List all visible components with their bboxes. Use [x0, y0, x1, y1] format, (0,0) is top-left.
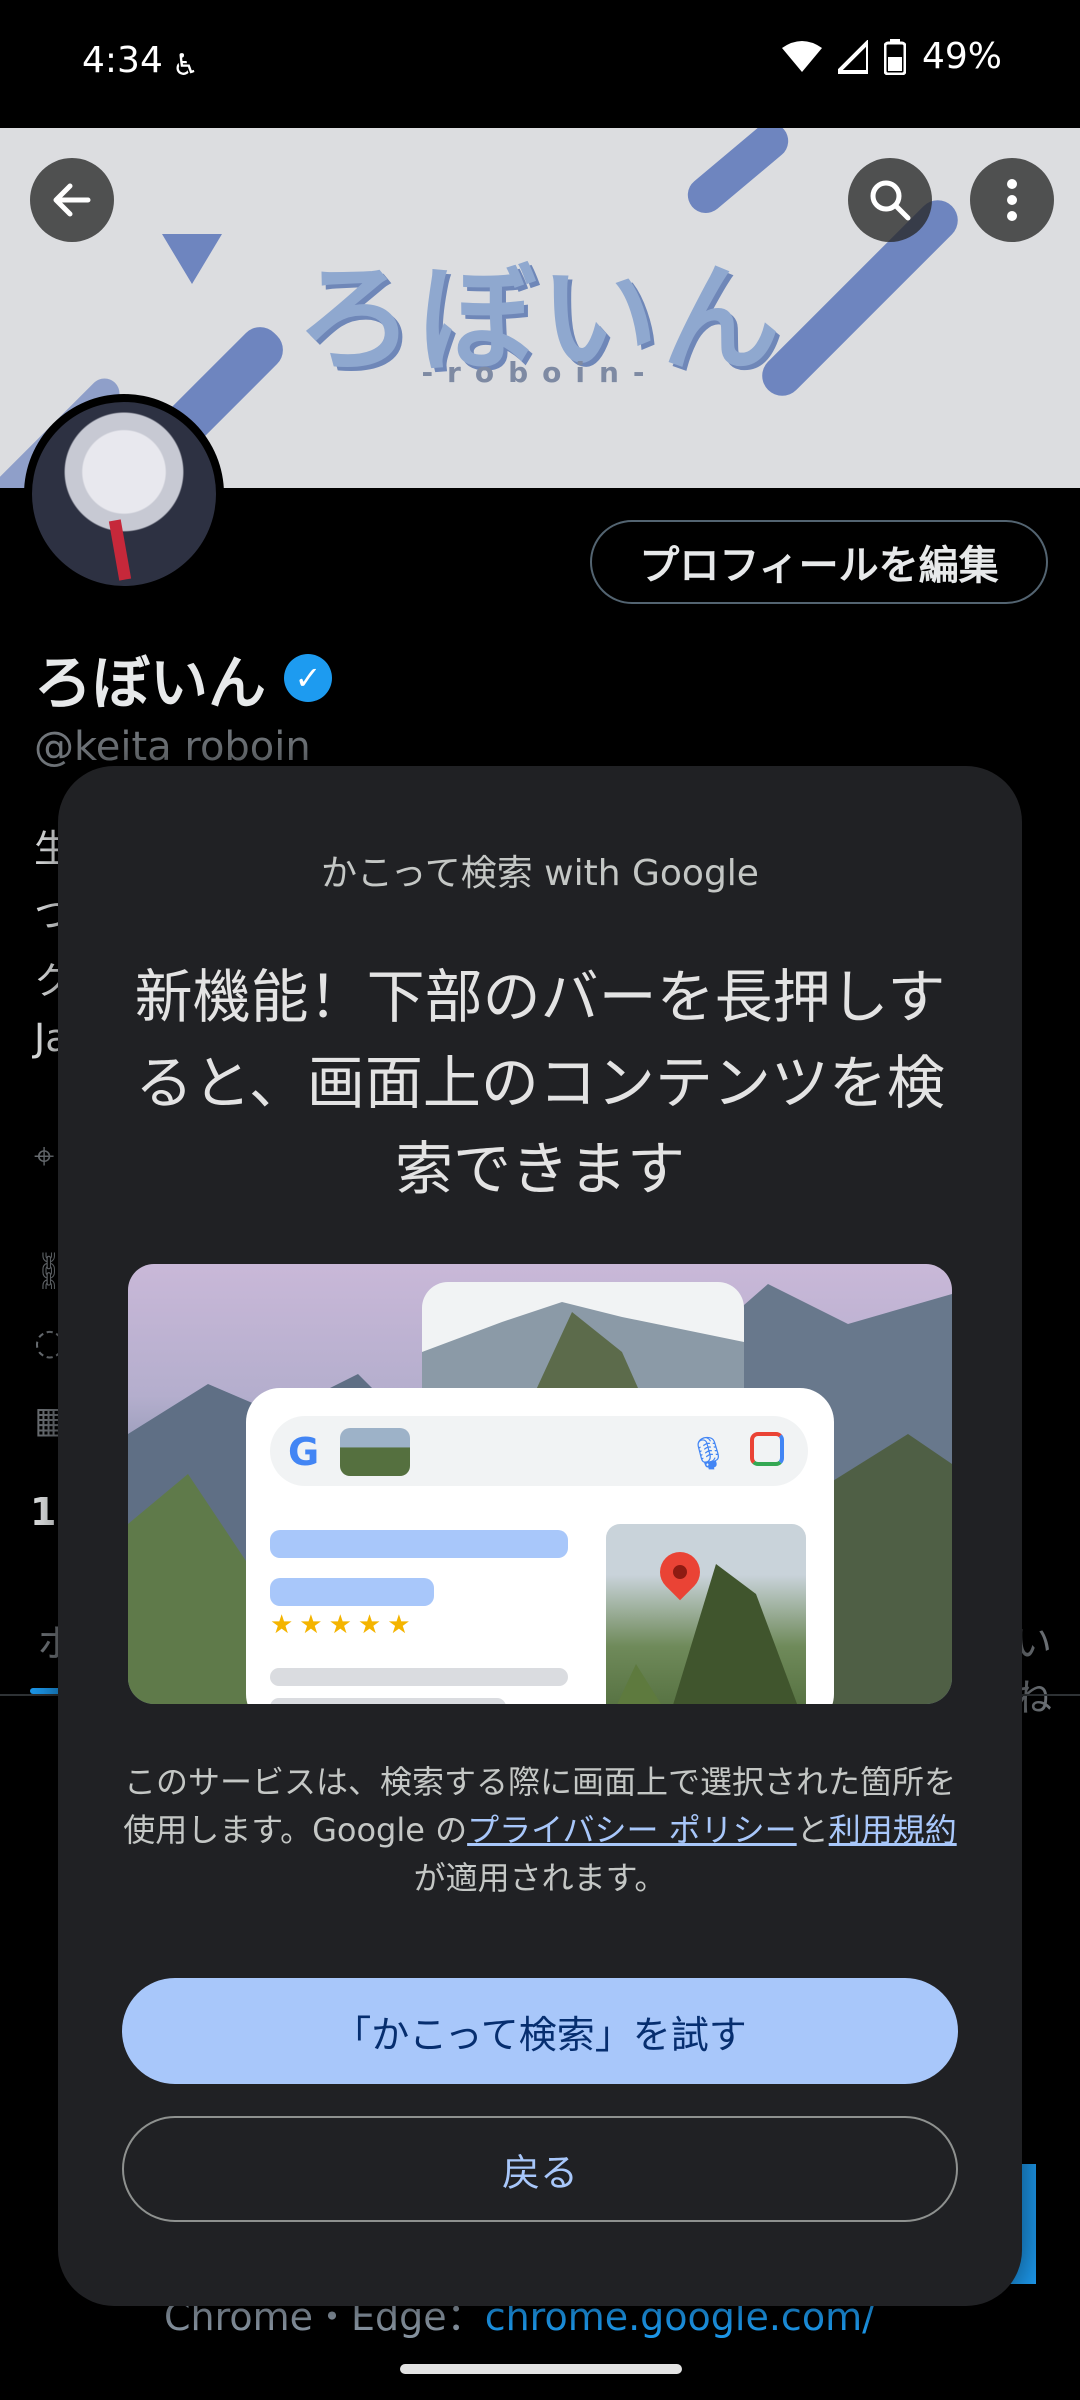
- google-g-icon: G: [288, 1430, 320, 1474]
- status-bar: 4:34 ♿︎ 49%: [0, 0, 1080, 128]
- privacy-policy-link[interactable]: プライバシー ポリシー: [467, 1811, 797, 1849]
- accessibility-status-icon: ♿︎: [172, 48, 199, 83]
- front-phone-card: G 🎙 ★★★★★: [246, 1388, 834, 1704]
- banner-logo-sub: -roboin-: [421, 356, 659, 389]
- feature-illustration: G 🎙 ★★★★★: [128, 1264, 952, 1704]
- more-vert-icon: [1007, 179, 1017, 221]
- status-time: 4:34: [82, 40, 163, 81]
- profile-display-name: ろぼいん ✓: [34, 636, 333, 720]
- avatar[interactable]: [24, 394, 224, 594]
- wifi-icon: [781, 40, 822, 72]
- edit-profile-button[interactable]: プロフィールを編集: [590, 520, 1048, 604]
- back-button[interactable]: [30, 158, 114, 242]
- terms-link[interactable]: 利用規約: [829, 1811, 957, 1849]
- lens-icon: [750, 1432, 784, 1466]
- signal-icon: [837, 39, 868, 74]
- search-button[interactable]: [848, 158, 932, 242]
- more-options-button[interactable]: [970, 158, 1054, 242]
- dialog-description: このサービスは、検索する際に画面上で選択された箇所を使用します。Google の…: [123, 1763, 957, 1897]
- tab-likes[interactable]: いね: [1014, 1612, 1080, 1722]
- mic-icon: 🎙: [688, 1434, 729, 1472]
- battery-percent: 49%: [921, 36, 1002, 77]
- battery-icon: [883, 38, 906, 75]
- search-icon: [870, 180, 911, 221]
- back-arrow-icon: [53, 183, 91, 217]
- dialog-title: 新機能！下部のバーを長押しすると、画面上のコンテンツを検索できます: [134, 963, 946, 1203]
- location-image: [606, 1524, 806, 1704]
- image-thumbnail: [340, 1428, 410, 1476]
- try-circle-to-search-button[interactable]: 「かこって検索」を試す: [122, 1978, 958, 2084]
- illustration-search-bar: G 🎙: [270, 1416, 808, 1486]
- rating-stars-icon: ★★★★★: [270, 1610, 417, 1640]
- home-indicator-bar[interactable]: [400, 2364, 682, 2374]
- dialog-subtitle: かこって検索 with Google: [321, 853, 759, 894]
- circle-to-search-dialog: かこって検索 with Google 新機能！下部のバーを長押しすると、画面上の…: [58, 766, 1022, 2306]
- avatar-image: [32, 402, 216, 586]
- back-dismiss-button[interactable]: 戻る: [122, 2116, 958, 2222]
- display-name-text: ろぼいん: [34, 649, 267, 717]
- location-icon: ⌖: [34, 1136, 55, 1177]
- verified-badge-icon: ✓: [284, 654, 333, 702]
- profile-handle: @keita roboin: [34, 724, 311, 770]
